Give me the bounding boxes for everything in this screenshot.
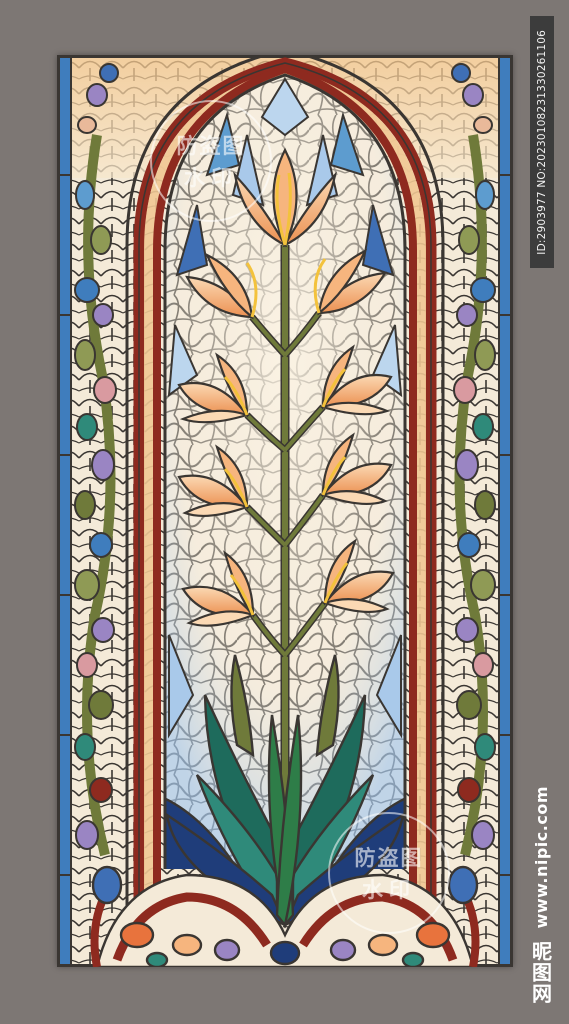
site-url-text: www.nipic.com — [531, 785, 551, 929]
watermark-text-line1: 防盗图 — [176, 134, 246, 158]
image-id-label: ID:2903977 NO:20230108231330261106 — [530, 16, 554, 268]
image-id-text: ID:2903977 NO:20230108231330261106 — [536, 29, 548, 255]
watermark-text-line1: 防盗图 — [354, 846, 424, 870]
watermark-text-line2: 水印 — [184, 166, 238, 190]
watermark-stamp-top: 防盗图 水印 — [150, 100, 272, 222]
site-url-watermark: www.nipic.com — [528, 782, 554, 932]
watermark-text-line2: 水印 — [362, 878, 416, 902]
site-logo: 昵图网 — [528, 936, 554, 1008]
stained-glass-svg — [57, 55, 513, 967]
site-logo-text: 昵图网 — [528, 940, 553, 1004]
watermark-stamp-bottom: 防盗图 水印 — [328, 812, 450, 934]
stained-glass-artwork — [57, 55, 513, 967]
